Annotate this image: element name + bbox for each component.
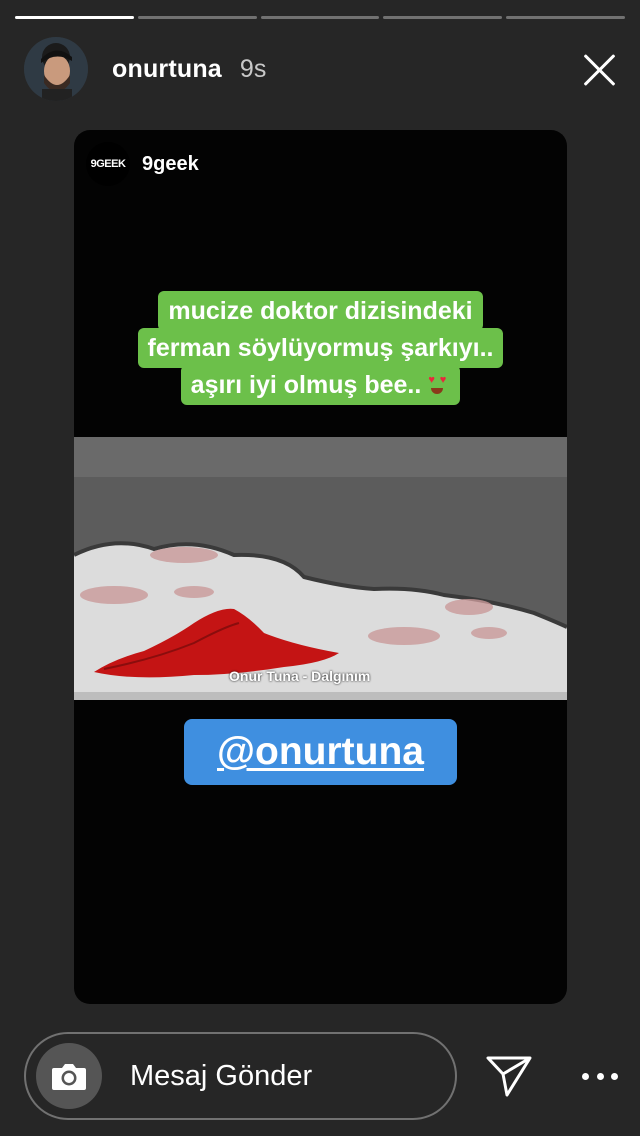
story-timestamp: 9s <box>239 54 267 83</box>
mention-sticker[interactable]: @onurtuna <box>184 719 457 785</box>
progress-segment <box>137 16 257 19</box>
caption-line-with-emoji: aşırı iyi olmuş bee.. <box>180 365 461 405</box>
send-icon <box>486 1056 532 1097</box>
caption-line: aşırı iyi olmuş bee.. <box>190 371 422 399</box>
send-button[interactable] <box>485 1054 533 1098</box>
progress-segment <box>260 16 380 19</box>
progress-segment <box>15 16 134 19</box>
video-scene <box>74 437 567 700</box>
close-icon[interactable] <box>580 49 620 89</box>
repost-account-logo[interactable]: 9GEEK <box>86 142 130 186</box>
message-box[interactable] <box>24 1032 457 1120</box>
video-caption: Onur Tuna - Dalgınım <box>229 668 371 684</box>
story-header: onurtuna 9s <box>24 36 620 102</box>
caption-line: mucize doktor dizisindeki <box>158 291 483 331</box>
story-username[interactable]: onurtuna <box>112 55 222 84</box>
video-frame[interactable]: Onur Tuna - Dalgınım <box>74 437 567 700</box>
story-footer <box>24 1032 620 1120</box>
avatar[interactable] <box>24 37 88 101</box>
mention-link[interactable]: @onurtuna <box>217 730 424 774</box>
camera-icon <box>52 1064 86 1090</box>
more-icon[interactable] <box>582 1066 618 1086</box>
reposted-story-card[interactable]: 9GEEK 9geek mucize doktor dizisindeki fe… <box>74 130 567 1004</box>
repost-header: 9GEEK 9geek <box>86 142 199 186</box>
progress-fill <box>15 16 134 19</box>
story-caption: mucize doktor dizisindeki ferman söylüyo… <box>74 291 567 405</box>
message-input[interactable] <box>130 1059 420 1093</box>
story-progress-bar <box>15 16 625 20</box>
caption-line: ferman söylüyormuş şarkıyı.. <box>137 328 504 368</box>
camera-button[interactable] <box>36 1043 102 1109</box>
heart-eyes-emoji-icon <box>424 372 451 398</box>
repost-account-name[interactable]: 9geek <box>142 153 199 176</box>
progress-segment <box>506 16 625 19</box>
progress-segment <box>383 16 503 19</box>
